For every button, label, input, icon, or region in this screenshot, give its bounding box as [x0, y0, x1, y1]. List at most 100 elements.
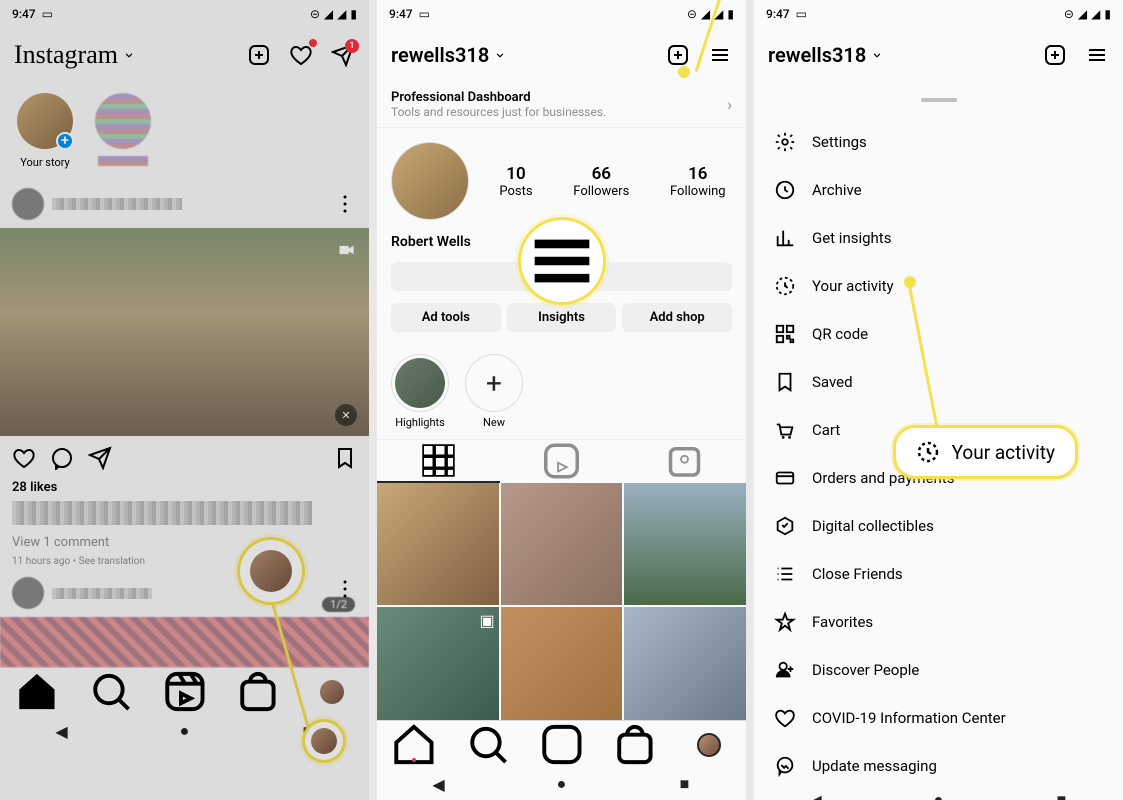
menu-settings[interactable]: Settings [754, 118, 1123, 166]
post-image[interactable]: ✕ [0, 228, 369, 436]
add-shop-button[interactable]: Add shop [622, 303, 732, 332]
nav-back-button[interactable]: ◀ [52, 721, 72, 741]
create-post-button[interactable] [247, 43, 271, 67]
menu-digital[interactable]: Digital collectibles [754, 502, 1123, 550]
menu-discover[interactable]: Discover People [754, 646, 1123, 694]
grid-item[interactable] [377, 483, 499, 605]
tab-home[interactable] [0, 668, 74, 715]
grid-item[interactable] [624, 483, 746, 605]
mute-icon[interactable]: ✕ [335, 404, 357, 426]
tab-shop[interactable] [598, 721, 672, 768]
messenger-icon [774, 755, 796, 777]
add-story-icon: + [56, 132, 74, 150]
nav-home-button[interactable]: ● [175, 721, 195, 741]
tab-reels[interactable] [148, 668, 222, 715]
send-icon [88, 446, 112, 470]
post-author-name[interactable] [52, 198, 182, 210]
vpn-icon: ▭ [42, 7, 53, 21]
comment-button[interactable] [50, 446, 74, 470]
instagram-logo[interactable]: Instagram [14, 40, 136, 70]
status-bar: 9:47▭ ⊝ ◢ ◢ ▮ [0, 0, 369, 28]
see-translation-link[interactable]: See translation [79, 556, 145, 567]
tab-search[interactable] [451, 721, 525, 768]
post-more-button[interactable] [333, 192, 357, 216]
search-icon [451, 721, 525, 768]
search-icon [74, 668, 148, 715]
activity-feed-button[interactable] [289, 43, 313, 67]
cart-icon [774, 419, 796, 441]
profile-avatar[interactable] [391, 142, 469, 220]
nav-back-button[interactable]: ◀ [806, 790, 826, 800]
nav-home-button[interactable]: ● [552, 774, 572, 794]
bottom-tab-bar [0, 667, 369, 715]
direct-messages-button[interactable]: 1 [331, 43, 355, 67]
archive-icon [774, 179, 796, 201]
tagged-tab[interactable] [623, 440, 746, 483]
carousel-indicator: 1/2 [322, 597, 355, 612]
person-plus-icon [774, 659, 796, 681]
nav-home-button[interactable]: ● [929, 790, 949, 800]
save-button[interactable] [333, 446, 357, 470]
grid-icon [377, 440, 500, 481]
likes-count[interactable]: 28 likes [0, 480, 369, 495]
nav-recent-button[interactable]: ■ [1052, 790, 1072, 800]
menu-covid[interactable]: COVID-19 Information Center [754, 694, 1123, 742]
stories-row[interactable]: + Your story [0, 82, 369, 180]
view-comments-link[interactable]: View 1 comment [0, 531, 369, 554]
menu-saved[interactable]: Saved [754, 358, 1123, 406]
create-button[interactable] [1043, 43, 1067, 67]
tab-search[interactable] [74, 668, 148, 715]
post-author-name[interactable] [52, 588, 152, 599]
post-author-avatar[interactable] [12, 577, 44, 609]
menu-archive[interactable]: Archive [754, 166, 1123, 214]
tab-shop[interactable] [221, 668, 295, 715]
grid-item[interactable] [501, 607, 623, 720]
second-post-image[interactable]: 1/2 [0, 617, 369, 667]
profile-avatar-icon [320, 680, 344, 704]
ad-tools-button[interactable]: Ad tools [391, 303, 501, 332]
nav-recent-button[interactable]: ■ [675, 774, 695, 794]
professional-dashboard-bar[interactable]: Professional Dashboard Tools and resourc… [377, 82, 746, 128]
grid-item[interactable] [501, 483, 623, 605]
tab-profile[interactable] [295, 668, 369, 715]
grid-item[interactable]: ▣ [377, 607, 499, 720]
battery-icon: ▮ [350, 7, 357, 21]
menu-messaging[interactable]: Update messaging [754, 742, 1123, 790]
bookmark-icon [333, 446, 357, 470]
highlight-item[interactable]: Highlights [391, 354, 449, 429]
username-dropdown[interactable]: rewells318 [391, 43, 507, 67]
tab-home[interactable] [377, 721, 451, 768]
insights-button[interactable]: Insights [507, 303, 617, 332]
your-story[interactable]: + Your story [12, 90, 78, 172]
create-button[interactable] [666, 43, 690, 67]
sheet-handle[interactable] [921, 98, 957, 102]
menu-insights[interactable]: Get insights [754, 214, 1123, 262]
like-button[interactable] [12, 446, 36, 470]
shop-icon [221, 668, 295, 715]
nav-back-button[interactable]: ◀ [429, 774, 449, 794]
grid-tab[interactable] [377, 440, 500, 483]
menu-your-activity[interactable]: Your activity [754, 262, 1123, 310]
highlight-new[interactable]: + New [465, 354, 523, 429]
reels-icon [525, 721, 599, 768]
menu-button[interactable] [708, 43, 732, 67]
grid-item[interactable] [624, 607, 746, 720]
carousel-icon: ▣ [480, 611, 495, 630]
tab-profile[interactable] [672, 721, 746, 768]
menu-button[interactable] [1085, 43, 1109, 67]
story-item[interactable] [90, 90, 156, 172]
menu-qr[interactable]: QR code [754, 310, 1123, 358]
post-author-avatar[interactable] [12, 188, 44, 220]
dashboard-subtitle: Tools and resources just for businesses. [391, 105, 606, 119]
followers-stat[interactable]: 66Followers [573, 164, 629, 199]
reels-tab[interactable] [500, 440, 623, 483]
username-dropdown[interactable]: rewells318 [768, 43, 884, 67]
heart-pulse-icon [774, 707, 796, 729]
share-button[interactable] [88, 446, 112, 470]
status-time: 9:47 [389, 7, 413, 21]
menu-close-friends[interactable]: Close Friends [754, 550, 1123, 598]
menu-favorites[interactable]: Favorites [754, 598, 1123, 646]
following-stat[interactable]: 16Following [670, 164, 726, 199]
tab-reels[interactable] [525, 721, 599, 768]
posts-stat[interactable]: 10Posts [499, 164, 532, 199]
